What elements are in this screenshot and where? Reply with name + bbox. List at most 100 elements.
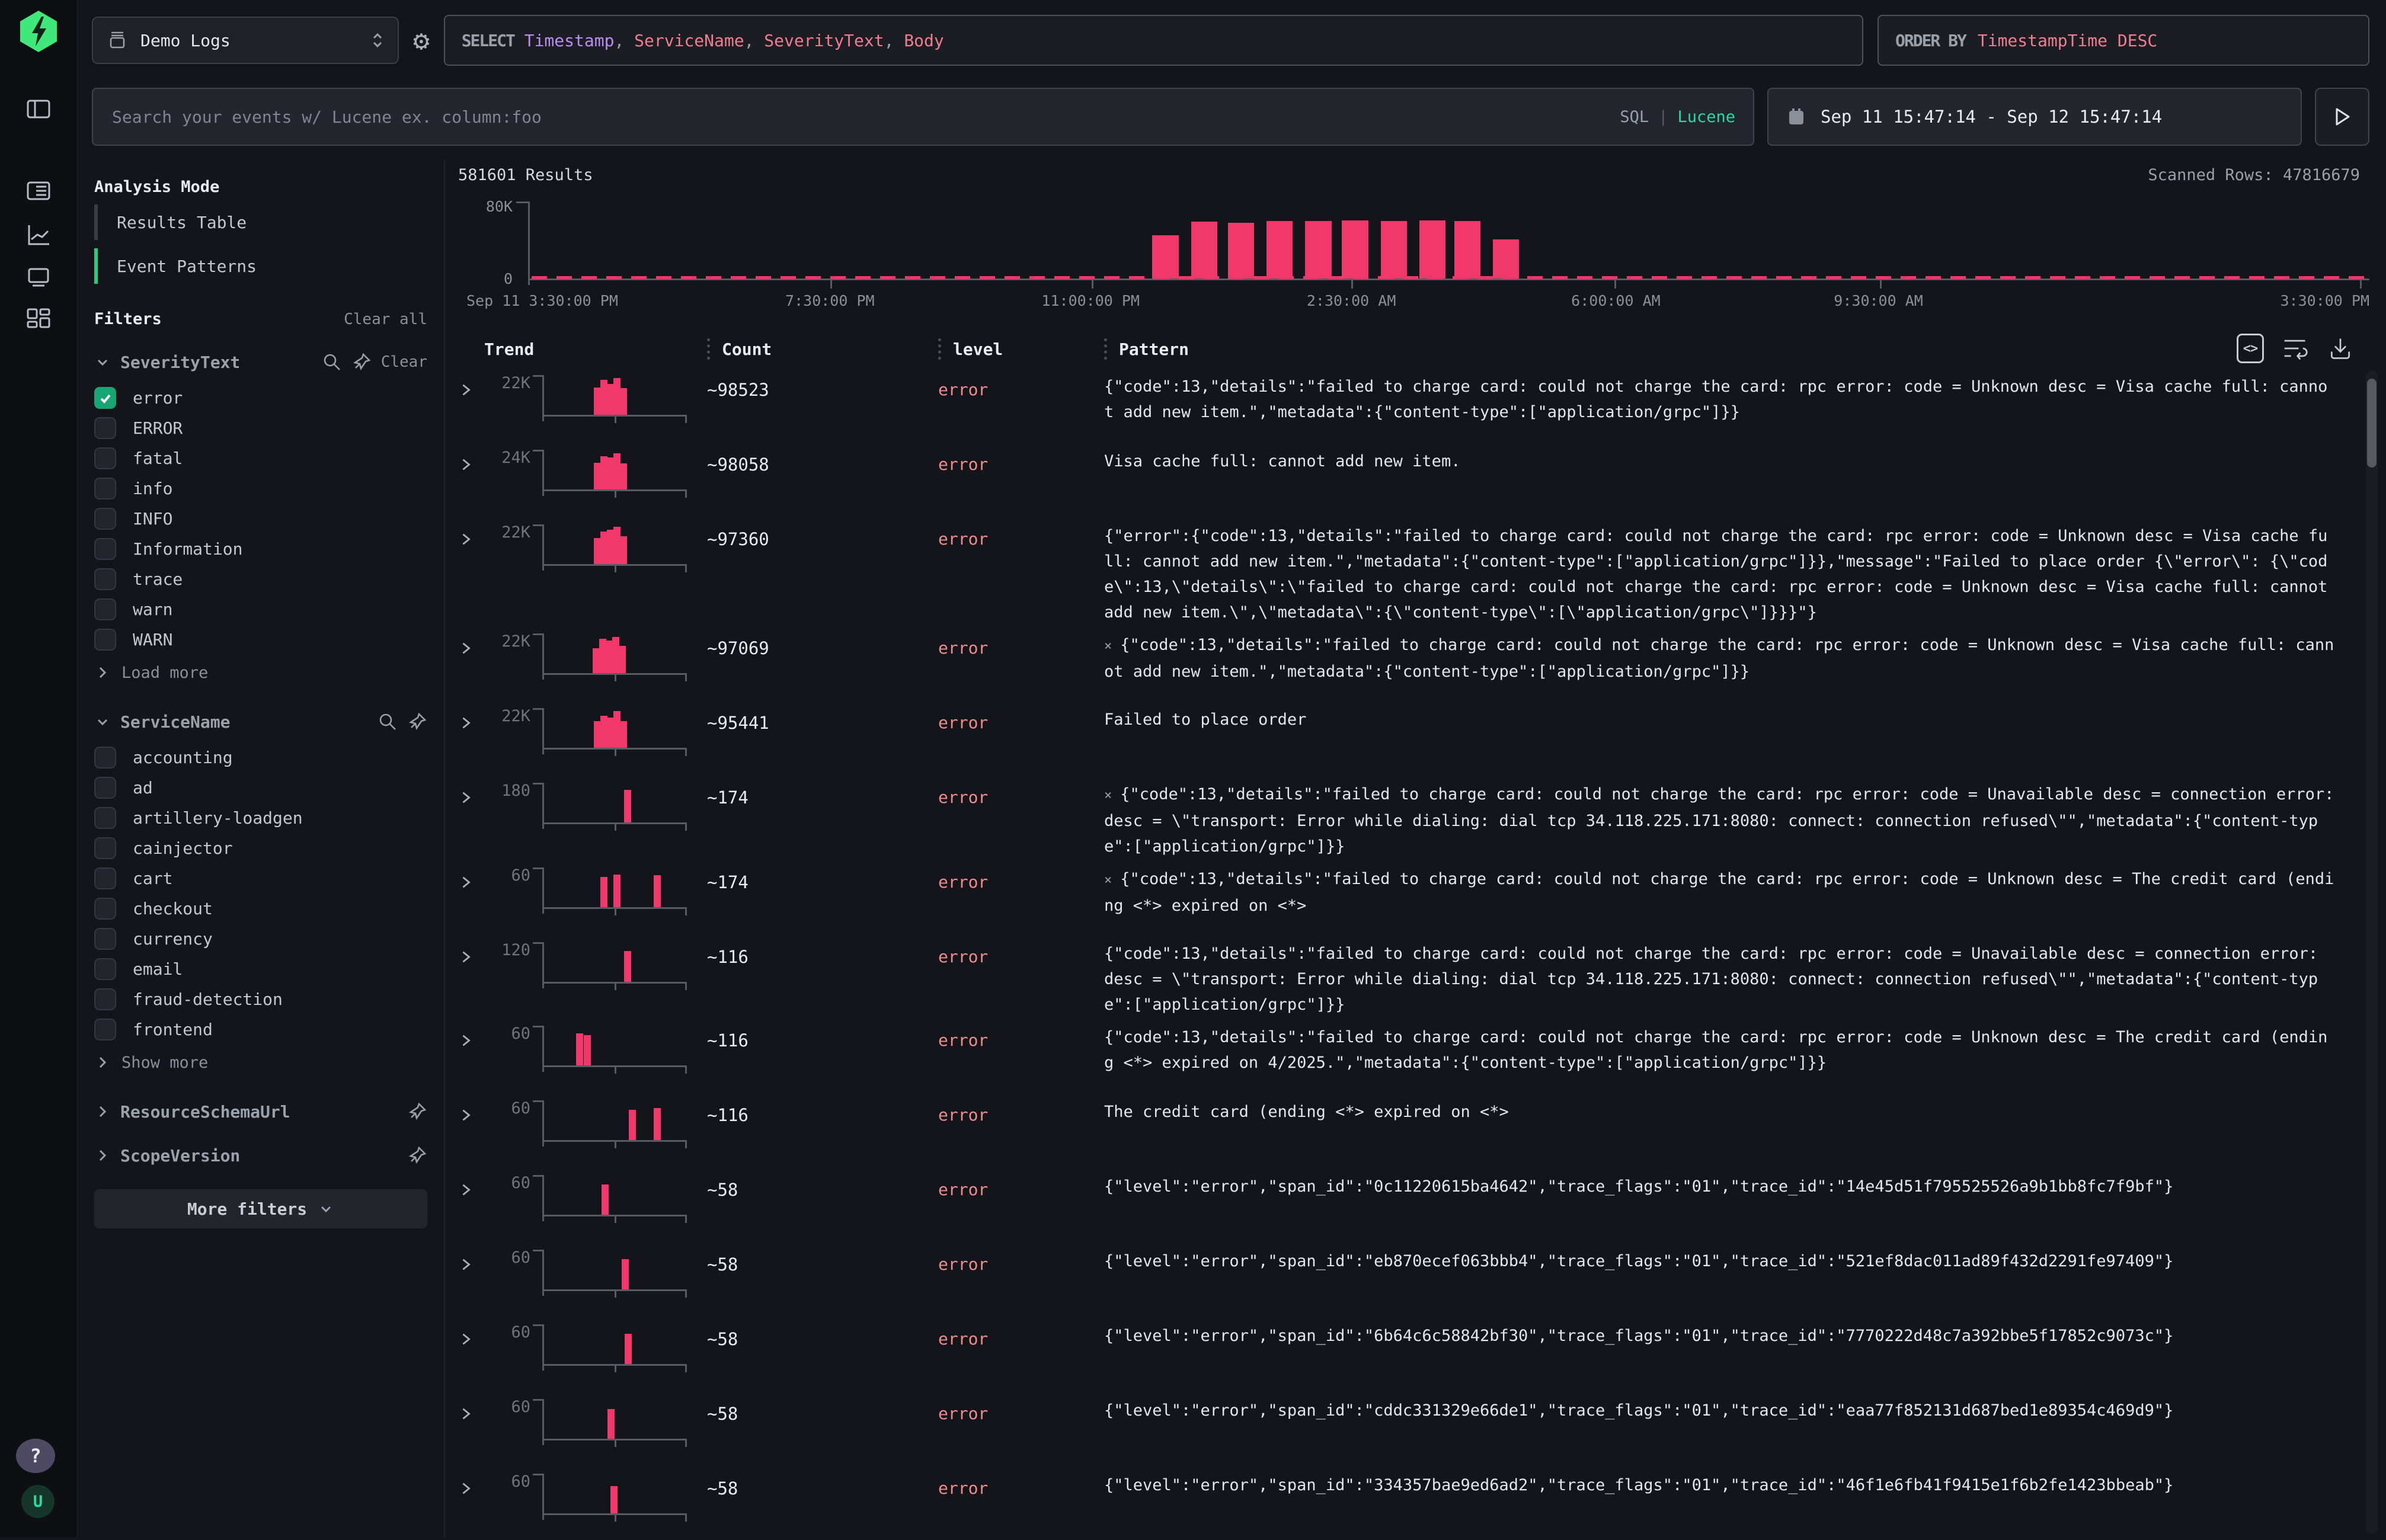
column-header-pattern[interactable]: Pattern — [1104, 338, 2378, 360]
checkbox[interactable] — [94, 747, 116, 769]
histogram-bar[interactable] — [1342, 220, 1368, 278]
collapsed-filter-section[interactable]: ScopeVersion — [94, 1145, 427, 1166]
events-histogram[interactable]: 80K 0 Sep 11 3:30:00 PM7:30:00 PM11:00:0… — [458, 193, 2378, 321]
column-header-count[interactable]: Count — [707, 338, 938, 360]
expand-row-icon[interactable] — [458, 706, 484, 774]
checkbox[interactable] — [94, 807, 116, 829]
expand-row-icon[interactable] — [458, 373, 484, 441]
table-row[interactable]: 24K ~98058 error Visa cache full: cannot… — [458, 441, 2378, 516]
checkbox[interactable] — [94, 988, 116, 1010]
table-row[interactable]: 22K ~98523 error {"code":13,"details":"f… — [458, 367, 2378, 441]
histogram-bar[interactable] — [1191, 222, 1217, 278]
run-query-button[interactable] — [2315, 88, 2369, 146]
chevron-down-icon[interactable] — [94, 354, 111, 370]
select-query-input[interactable]: SELECT Timestamp, ServiceName, SeverityT… — [444, 15, 1863, 66]
more-filters-button[interactable]: More filters — [94, 1189, 427, 1228]
expand-row-icon[interactable] — [458, 780, 484, 859]
view-source-icon[interactable]: <> — [2237, 335, 2264, 362]
wrap-lines-icon[interactable] — [2282, 335, 2309, 362]
dashboards-icon[interactable] — [24, 305, 53, 333]
expand-row-icon[interactable] — [458, 447, 484, 516]
download-icon[interactable] — [2327, 335, 2354, 362]
checkbox[interactable] — [94, 417, 116, 439]
collapsed-filter-section[interactable]: ResourceSchemaUrl — [94, 1102, 427, 1122]
checkbox[interactable] — [94, 568, 116, 590]
table-row[interactable]: 60 ~58 error {"level":"error","span_id":… — [458, 1167, 2378, 1241]
expand-row-icon[interactable] — [458, 940, 484, 1017]
expand-row-icon[interactable] — [458, 865, 484, 934]
search-icon[interactable] — [378, 712, 398, 732]
chart-explorer-icon[interactable] — [24, 220, 53, 249]
histogram-bar[interactable] — [1152, 235, 1178, 278]
severity-clear-button[interactable]: Clear — [381, 353, 427, 371]
histogram-bar[interactable] — [1266, 221, 1293, 278]
clear-all-button[interactable]: Clear all — [344, 310, 427, 328]
histogram-bar[interactable] — [1228, 223, 1254, 278]
pin-icon[interactable] — [407, 1102, 427, 1122]
table-row[interactable]: 120 ~116 error {"code":13,"details":"fai… — [458, 934, 2378, 1017]
service-show-more[interactable]: Show more — [94, 1047, 427, 1078]
sessions-icon[interactable] — [24, 263, 53, 292]
service-section-title[interactable]: ServiceName — [120, 712, 230, 732]
filter-option[interactable]: cart — [94, 863, 427, 894]
chevron-down-icon[interactable] — [94, 713, 111, 730]
table-row[interactable]: 60 ~116 error {"code":13,"details":"fail… — [458, 1017, 2378, 1092]
pin-icon[interactable] — [407, 1145, 427, 1166]
lucene-mode-option[interactable]: Lucene — [1677, 108, 1735, 126]
hyperdx-logo-icon[interactable] — [18, 9, 59, 53]
filter-option[interactable]: INFO — [94, 504, 427, 534]
expand-row-icon[interactable] — [458, 1173, 484, 1241]
checkbox[interactable] — [94, 928, 116, 950]
table-row[interactable]: 22K ~95441 error Failed to place order — [458, 700, 2378, 774]
collapse-panel-icon[interactable] — [24, 95, 53, 123]
filter-option[interactable]: warn — [94, 594, 427, 625]
table-row[interactable]: 22K ~97360 error {"error":{"code":13,"de… — [458, 516, 2378, 625]
expand-row-icon[interactable] — [458, 1023, 484, 1092]
column-header-level[interactable]: level — [938, 338, 1104, 360]
filter-option[interactable]: info — [94, 473, 427, 504]
severity-load-more[interactable]: Load more — [94, 657, 427, 688]
severity-section-title[interactable]: SeverityText — [120, 353, 240, 372]
filter-option[interactable]: fatal — [94, 443, 427, 473]
checkbox[interactable] — [94, 837, 116, 859]
filter-option[interactable]: WARN — [94, 625, 427, 655]
checkbox[interactable] — [94, 447, 116, 469]
checkbox[interactable] — [94, 478, 116, 500]
filter-option[interactable]: accounting — [94, 742, 427, 773]
expand-row-icon[interactable] — [458, 1397, 484, 1465]
column-header-trend[interactable]: Trend — [484, 340, 707, 359]
checkbox[interactable] — [94, 867, 116, 889]
filter-option[interactable]: currency — [94, 924, 427, 954]
search-icon[interactable] — [322, 352, 342, 372]
histogram-bar[interactable] — [1454, 221, 1480, 278]
table-row[interactable]: 180 ~174 error ×{"code":13,"details":"fa… — [458, 774, 2378, 859]
histogram-bar[interactable] — [1493, 239, 1519, 279]
checkbox[interactable] — [94, 629, 116, 651]
histogram-bar[interactable] — [1305, 221, 1331, 278]
scrollbar-thumb[interactable] — [2367, 379, 2377, 468]
histogram-bar[interactable] — [1381, 221, 1407, 278]
search-input[interactable] — [111, 107, 1620, 127]
expand-row-icon[interactable] — [458, 631, 484, 700]
expand-row-icon[interactable] — [458, 1471, 484, 1540]
expand-row-icon[interactable] — [458, 1098, 484, 1167]
checkbox[interactable] — [94, 958, 116, 980]
table-row[interactable]: 22K ~97069 error ×{"code":13,"details":"… — [458, 625, 2378, 700]
expand-row-icon[interactable] — [458, 522, 484, 625]
table-row[interactable]: 60 ~116 error The credit card (ending <*… — [458, 1092, 2378, 1167]
table-row[interactable]: 60 ~58 error {"level":"error","span_id":… — [458, 1241, 2378, 1316]
expand-row-icon[interactable] — [458, 1322, 484, 1391]
avatar[interactable]: U — [21, 1485, 55, 1518]
checkbox[interactable] — [94, 1019, 116, 1040]
checkbox[interactable] — [94, 387, 116, 409]
histogram-bar[interactable] — [1419, 220, 1445, 278]
filter-option[interactable]: error — [94, 383, 427, 413]
filter-option[interactable]: email — [94, 954, 427, 984]
help-button[interactable]: ? — [16, 1439, 55, 1473]
table-row[interactable]: 60 ~58 error {"level":"error","span_id":… — [458, 1465, 2378, 1540]
filter-option[interactable]: checkout — [94, 894, 427, 924]
checkbox[interactable] — [94, 898, 116, 920]
gear-icon[interactable]: ⚙ — [413, 27, 430, 54]
source-select[interactable]: Demo Logs — [92, 17, 399, 64]
filter-option[interactable]: artillery-loadgen — [94, 803, 427, 833]
